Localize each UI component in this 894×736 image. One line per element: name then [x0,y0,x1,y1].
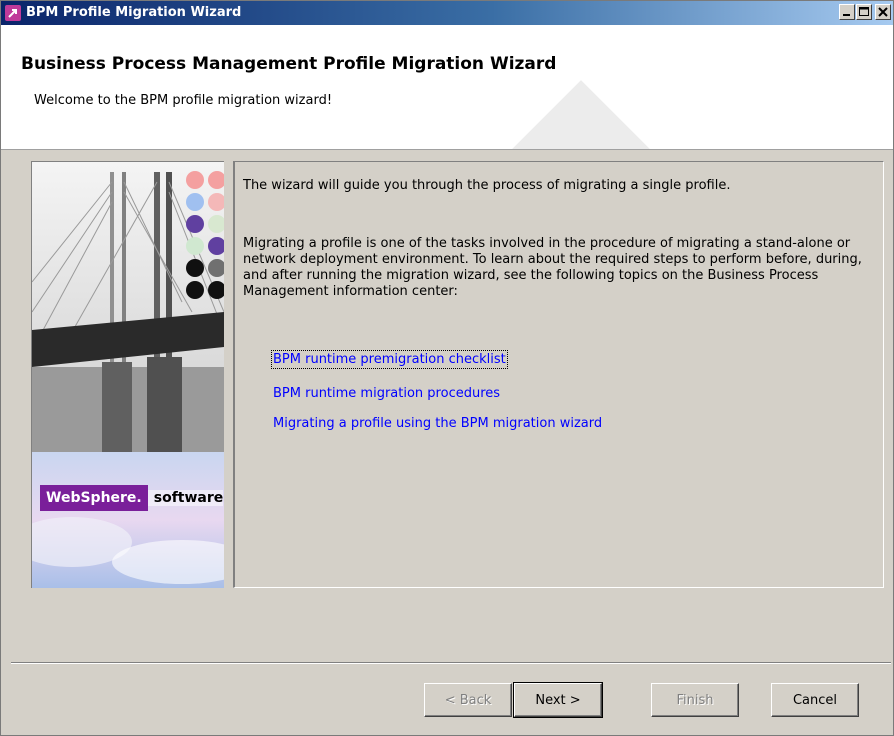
maximize-icon[interactable] [856,4,872,20]
cancel-button[interactable]: Cancel [771,683,859,717]
app-icon [5,5,21,21]
window-title: BPM Profile Migration Wizard [26,5,242,20]
websphere-logo: WebSphere. software [40,484,224,512]
close-icon[interactable] [875,4,891,20]
title-bar[interactable]: BPM Profile Migration Wizard [1,1,893,25]
page-subtitle: Welcome to the BPM profile migration wiz… [34,93,333,108]
back-button[interactable]: < Back [424,683,512,717]
link-premigration-checklist[interactable]: BPM runtime premigration checklist [271,350,508,369]
details-text: Migrating a profile is one of the tasks … [243,236,862,299]
link-migrating-profile[interactable]: Migrating a profile using the BPM migrat… [273,416,602,431]
link-migration-procedures[interactable]: BPM runtime migration procedures [273,386,500,401]
minimize-icon[interactable] [839,4,855,20]
next-button[interactable]: Next > [513,682,603,718]
page-title: Business Process Management Profile Migr… [21,54,557,74]
wizard-window: BPM Profile Migration Wizard Business Pr… [0,0,894,736]
content-panel: The wizard will guide you through the pr… [233,161,884,588]
websphere-logo-text: software [147,490,224,506]
header-decoration [496,80,666,149]
finish-button[interactable]: Finish [651,683,739,717]
side-banner-image: WebSphere. software [31,161,224,588]
wizard-header: Business Process Management Profile Migr… [1,25,893,150]
button-separator [11,662,891,664]
intro-text: The wizard will guide you through the pr… [243,178,731,193]
websphere-logo-box: WebSphere. [40,485,148,511]
